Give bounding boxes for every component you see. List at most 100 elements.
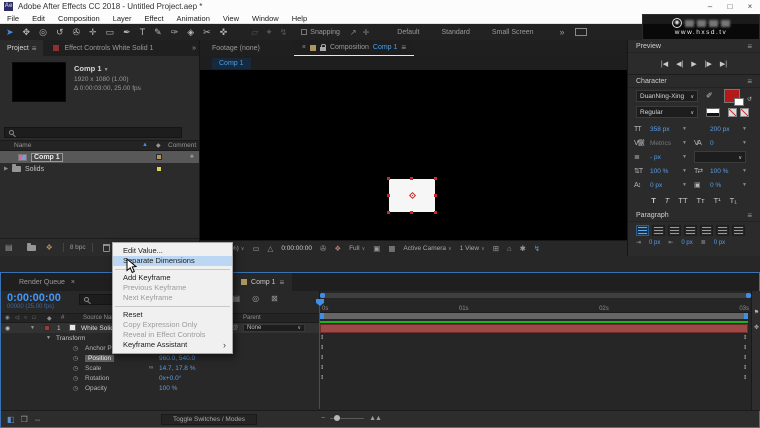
pan-behind-tool-icon[interactable]: ✛ <box>89 27 97 38</box>
solo-column-icon[interactable] <box>24 315 27 321</box>
leading-value[interactable]: 200 px <box>710 126 742 133</box>
stepper-icon[interactable] <box>742 140 754 146</box>
layer-visibility-icon[interactable] <box>5 325 10 332</box>
context-menu-item[interactable]: Copy Expression Only <box>113 320 232 330</box>
panel-menu-icon[interactable] <box>747 42 752 51</box>
close-tab-icon[interactable] <box>302 44 306 51</box>
all-caps-button[interactable]: TT <box>678 196 687 205</box>
project-item-name[interactable]: Solids <box>25 166 44 173</box>
stroke-style-dropdown[interactable] <box>694 151 746 163</box>
region-of-interest-icon[interactable] <box>252 244 259 253</box>
tab-timeline-comp[interactable]: Comp 1 <box>233 273 292 291</box>
swap-colors-icon[interactable] <box>747 88 752 106</box>
camera-view-value[interactable]: Active Camera <box>403 245 446 252</box>
selection-handle[interactable] <box>387 211 390 214</box>
indent-left-value[interactable]: 0 px <box>649 240 660 246</box>
link-dimensions-icon[interactable] <box>149 365 153 371</box>
zoom-out-icon[interactable] <box>321 415 325 422</box>
channel-icon[interactable] <box>334 244 341 253</box>
faux-bold-button[interactable]: T <box>651 196 656 205</box>
navigator-start-handle[interactable] <box>320 293 325 298</box>
mask-visibility-icon[interactable] <box>268 244 274 253</box>
parent-dropdown[interactable]: None <box>243 324 305 332</box>
tab-overflow-icon[interactable]: » <box>192 45 196 52</box>
selection-handle[interactable] <box>410 177 413 180</box>
lock-column-icon[interactable] <box>32 315 35 321</box>
align-button[interactable] <box>684 225 697 236</box>
stepper-icon[interactable] <box>682 140 694 146</box>
context-menu-item[interactable]: Keyframe Assistant <box>113 340 232 350</box>
new-composition-icon[interactable] <box>46 243 53 252</box>
work-area-bar[interactable] <box>320 313 748 319</box>
motion-blur-icon[interactable] <box>252 294 259 303</box>
stopwatch-icon[interactable] <box>73 345 78 352</box>
frame-blend-icon[interactable] <box>233 294 241 303</box>
timeline-track-area[interactable]: 0s01s02s03s IIIII IIIII <box>319 291 751 411</box>
selection-handle[interactable] <box>410 211 413 214</box>
menu-item[interactable]: Composition <box>56 14 102 23</box>
context-menu-item[interactable]: Reset <box>113 310 232 320</box>
tracking-value[interactable]: 0 <box>710 140 742 147</box>
close-tab-icon[interactable] <box>71 279 75 286</box>
snap-expand-icon[interactable]: ✛ <box>363 28 370 37</box>
brush-tool-icon[interactable]: ✎ <box>154 27 162 38</box>
white-solid-layer[interactable] <box>389 179 435 212</box>
group-expander-icon[interactable] <box>46 335 51 341</box>
search-workspace-icon[interactable] <box>575 28 587 36</box>
property-row[interactable]: Scale 14.7, 17.8 % <box>1 363 319 373</box>
expand-transfer-controls-icon[interactable] <box>21 415 28 424</box>
property-row[interactable]: Rotation 0x+0.0° <box>1 373 319 383</box>
snapping-checkbox[interactable] <box>301 29 307 35</box>
context-menu-item[interactable]: Next Keyframe <box>113 293 232 303</box>
pen-tool-icon[interactable]: ✒ <box>123 27 131 38</box>
selection-handle[interactable] <box>434 211 437 214</box>
composition-canvas[interactable] <box>200 70 627 256</box>
workspace-item[interactable]: Default <box>397 29 419 36</box>
menu-item[interactable]: Help <box>290 14 309 23</box>
anchor-point-indicator[interactable] <box>409 192 416 199</box>
rotation-tool-icon[interactable]: ↺ <box>56 27 64 38</box>
space-before-value[interactable]: 0 px <box>714 240 725 246</box>
menu-item[interactable]: Effect <box>142 14 165 23</box>
project-search-field[interactable] <box>4 127 182 138</box>
zoom-slider-knob[interactable] <box>334 415 340 421</box>
workspace-overflow[interactable]: » <box>560 27 565 37</box>
bw-swatch[interactable] <box>706 108 720 117</box>
menu-item[interactable]: Layer <box>111 14 134 23</box>
comp-flyout-icon[interactable]: ▼ <box>104 67 109 73</box>
column-name[interactable]: Name <box>14 142 31 149</box>
type-tool-icon[interactable]: T <box>140 27 146 37</box>
transport-button[interactable]: ▶ <box>691 60 696 68</box>
work-area-end-handle[interactable] <box>744 313 748 319</box>
lock-icon[interactable] <box>320 47 326 51</box>
transport-button[interactable]: |◀ <box>661 60 668 68</box>
project-item-name[interactable]: Comp 1 <box>31 153 63 162</box>
window-control-button[interactable]: – <box>700 2 720 11</box>
zoom-tool-icon[interactable]: ◎ <box>39 27 47 38</box>
baseline-shift-value[interactable]: 0 px <box>650 182 682 189</box>
expand-layer-switches-icon[interactable] <box>7 415 15 424</box>
property-name[interactable]: Scale <box>85 365 101 372</box>
stopwatch-icon[interactable] <box>73 365 78 372</box>
stopwatch-icon[interactable] <box>73 375 78 382</box>
tab-project[interactable]: Project <box>0 40 43 56</box>
context-menu-item[interactable]: Add Keyframe <box>113 273 232 283</box>
menu-item[interactable]: File <box>5 14 21 23</box>
font-style-dropdown[interactable]: Regular <box>636 106 698 118</box>
font-family-dropdown[interactable]: DuanNing-Xing <box>636 90 698 102</box>
selection-handle[interactable] <box>387 177 390 180</box>
comp-marker-icon[interactable] <box>752 309 760 316</box>
view-options-icon[interactable] <box>493 244 499 253</box>
panel-menu-icon[interactable] <box>747 211 752 220</box>
selection-tool-icon[interactable]: ➤ <box>6 27 14 38</box>
selection-handle[interactable] <box>434 177 437 180</box>
menu-item[interactable]: Edit <box>30 14 47 23</box>
stepper-icon[interactable] <box>682 168 694 174</box>
label-swatch[interactable] <box>156 166 162 172</box>
label-column-icon[interactable] <box>47 315 52 322</box>
clone-stamp-tool-icon[interactable]: ✑ <box>171 27 179 38</box>
property-value[interactable]: 14.7, 17.8 % <box>159 365 196 372</box>
property-row[interactable]: Opacity 100 % <box>1 383 319 393</box>
stepper-icon[interactable] <box>742 168 754 174</box>
property-name[interactable]: Rotation <box>85 375 109 382</box>
